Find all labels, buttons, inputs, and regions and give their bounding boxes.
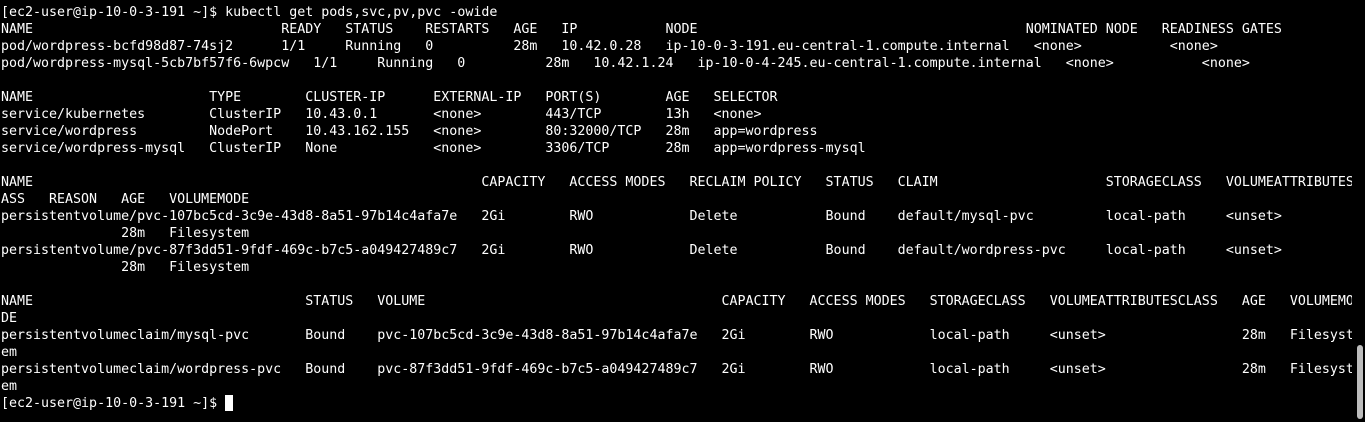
output-line: ASS REASON AGE VOLUMEMODE [1, 192, 250, 207]
output-line: 28m Filesystem [1, 260, 250, 275]
command-text: kubectl get pods,svc,pv,pvc -owide [225, 5, 498, 20]
output-line: persistentvolumeclaim/wordpress-pvc Boun… [1, 362, 1352, 377]
output-line: persistentvolume/pvc-107bc5cd-3c9e-43d8-… [1, 209, 1282, 224]
output-line: persistentvolumeclaim/mysql-pvc Bound pv… [1, 328, 1352, 343]
output-line: pod/wordpress-bcfd98d87-74sj2 1/1 Runnin… [1, 39, 1218, 54]
scrollbar-thumb[interactable] [1357, 345, 1363, 419]
terminal-window[interactable]: [ec2-user@ip-10-0-3-191 ~]$ kubectl get … [0, 0, 1365, 422]
output-line: em [1, 345, 18, 360]
command-line: [ec2-user@ip-10-0-3-191 ~]$ kubectl get … [1, 4, 1352, 21]
prompt-line[interactable]: [ec2-user@ip-10-0-3-191 ~]$ [1, 395, 1352, 412]
terminal-output[interactable]: [ec2-user@ip-10-0-3-191 ~]$ kubectl get … [1, 4, 1352, 412]
output-line: em [1, 379, 18, 394]
output-line: service/kubernetes ClusterIP 10.43.0.1 <… [1, 107, 762, 122]
text-cursor [225, 395, 234, 411]
output-line: service/wordpress NodePort 10.43.162.155… [1, 124, 818, 139]
final-prompt-text: [ec2-user@ip-10-0-3-191 ~]$ [1, 396, 226, 411]
output-line: DE [1, 311, 18, 326]
prompt-text: [ec2-user@ip-10-0-3-191 ~]$ [1, 5, 226, 20]
output-line: persistentvolume/pvc-87f3dd51-9fdf-469c-… [1, 243, 1282, 258]
output-line: NAME READY STATUS RESTARTS AGE IP NODE N… [1, 22, 1282, 37]
output-line: NAME CAPACITY ACCESS MODES RECLAIM POLIC… [1, 175, 1352, 190]
output-line: 28m Filesystem [1, 226, 250, 241]
output-line: NAME TYPE CLUSTER-IP EXTERNAL-IP PORT(S)… [1, 90, 778, 105]
output-line: pod/wordpress-mysql-5cb7bf57f6-6wpcw 1/1… [1, 56, 1250, 71]
scrollbar[interactable] [1355, 0, 1365, 422]
output-line: service/wordpress-mysql ClusterIP None <… [1, 141, 866, 156]
output-line: NAME STATUS VOLUME CAPACITY ACCESS MODES… [1, 294, 1352, 309]
